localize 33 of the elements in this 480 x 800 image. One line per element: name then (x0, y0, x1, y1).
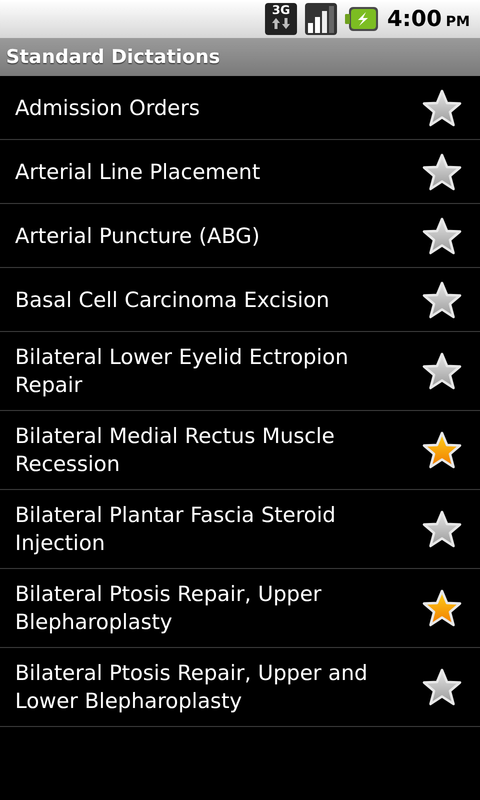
list-item[interactable]: Bilateral Medial Rectus Muscle Recession (0, 411, 480, 490)
item-label: Bilateral Ptosis Repair, Upper Blepharoplasty (15, 581, 322, 636)
star-icon[interactable] (422, 430, 462, 470)
list-item[interactable]: Bilateral Ptosis Repair, Upper Blepharoplasty (0, 569, 480, 648)
star-icon[interactable] (422, 588, 462, 628)
list-item[interactable]: Basal Cell Carcinoma Excision (0, 268, 480, 332)
star-icon[interactable] (422, 667, 462, 707)
star-icon[interactable] (422, 351, 462, 391)
battery-charging-icon (345, 6, 380, 32)
clock-time: 4:00 (387, 6, 442, 34)
list-item[interactable]: Admission Orders (0, 76, 480, 140)
item-label: Arterial Puncture (ABG) (15, 222, 260, 250)
item-label: Bilateral Lower Eyelid Ectropion Repair (15, 344, 350, 399)
star-icon[interactable] (422, 216, 462, 256)
item-label: Bilateral Medial Rectus Muscle Recession (15, 423, 336, 478)
item-label: Basal Cell Carcinoma Excision (15, 286, 330, 314)
item-label: Admission Orders (15, 94, 200, 122)
item-label: Bilateral Plantar Fascia Steroid Injection (15, 502, 337, 557)
clock-period: PM (446, 12, 470, 32)
list-item[interactable]: Bilateral Ptosis Repair, Upper and Lower Blepharoplasty (0, 648, 480, 727)
star-icon[interactable] (422, 152, 462, 192)
signal-icon (305, 3, 338, 35)
list-item[interactable]: Bilateral Lower Eyelid Ectropion Repair (0, 332, 480, 411)
item-label: Bilateral Ptosis Repair, Upper and Lower Blepharoplasty (15, 660, 369, 715)
list-item[interactable]: Arterial Line Placement (0, 140, 480, 204)
item-label: Arterial Line Placement (15, 158, 260, 186)
star-icon[interactable] (422, 509, 462, 549)
network-icon: 3G (265, 3, 298, 35)
screen-title: Standard Dictations (6, 44, 220, 70)
star-icon[interactable] (422, 88, 462, 128)
star-icon[interactable] (422, 280, 462, 320)
list-item[interactable]: Arterial Puncture (ABG) (0, 204, 480, 268)
list-item[interactable]: Bilateral Plantar Fascia Steroid Injection (0, 490, 480, 569)
